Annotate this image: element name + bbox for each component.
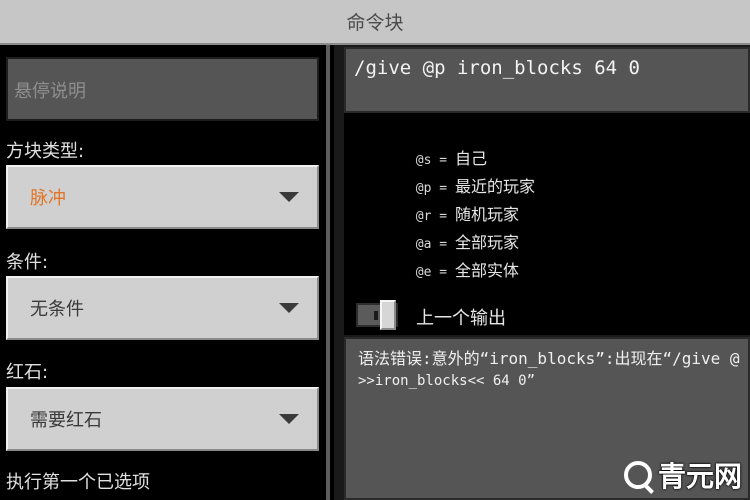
hover-note-input[interactable]: 悬停说明 — [6, 57, 319, 121]
window-title: 命令块 — [346, 12, 404, 34]
block-type-label: 方块类型: — [6, 141, 85, 162]
magnifier-logo-icon — [623, 461, 652, 489]
condition-dropdown[interactable]: 无条件 — [6, 276, 319, 340]
chevron-down-icon — [279, 303, 299, 313]
selector-help-line: @e = 全部实体 — [415, 261, 519, 280]
condition-value: 无条件 — [30, 299, 84, 320]
redstone-value: 需要红石 — [30, 410, 102, 431]
chevron-down-icon — [279, 414, 299, 424]
condition-label: 条件: — [6, 252, 49, 273]
right-panel: /give @p iron_blocks 64 0 @s = 自己 @p = 最… — [334, 45, 750, 500]
hover-note-placeholder: 悬停说明 — [14, 81, 86, 102]
selector-help: @s = 自己 @p = 最近的玩家 @r = 随机玩家 @a = 全部玩家 @… — [344, 113, 750, 323]
redstone-dropdown[interactable]: 需要红石 — [6, 387, 319, 451]
title-bar: 命令块 — [0, 0, 750, 45]
watermark-text: 青元网 — [657, 460, 742, 493]
execute-first-label: 执行第一个已选项 — [6, 472, 150, 493]
output-line: 语法错误:意外的“iron_blocks”:出现在“/give @ — [358, 349, 740, 368]
command-input[interactable]: /give @p iron_blocks 64 0 — [344, 47, 750, 113]
chevron-down-icon — [279, 192, 299, 202]
watermark: 青元网 — [623, 458, 742, 493]
redstone-label: 红石: — [6, 362, 49, 383]
left-panel: 悬停说明 方块类型: 脉冲 条件: 无条件 红石: 需要红石 执行第一个已选项 — [0, 45, 330, 500]
block-type-value: 脉冲 — [30, 188, 66, 209]
toggle-knob[interactable] — [380, 300, 396, 330]
output-line: >>iron_blocks<< 64 0” — [358, 373, 536, 389]
previous-output-label: 上一个输出 — [416, 308, 506, 329]
toggle-off-mark-icon — [374, 311, 378, 320]
block-type-dropdown[interactable]: 脉冲 — [6, 165, 319, 229]
previous-output-row: 上一个输出 — [344, 295, 750, 335]
left-panel-inner: 悬停说明 方块类型: 脉冲 条件: 无条件 红石: 需要红石 执行第一个已选项 — [0, 45, 330, 500]
